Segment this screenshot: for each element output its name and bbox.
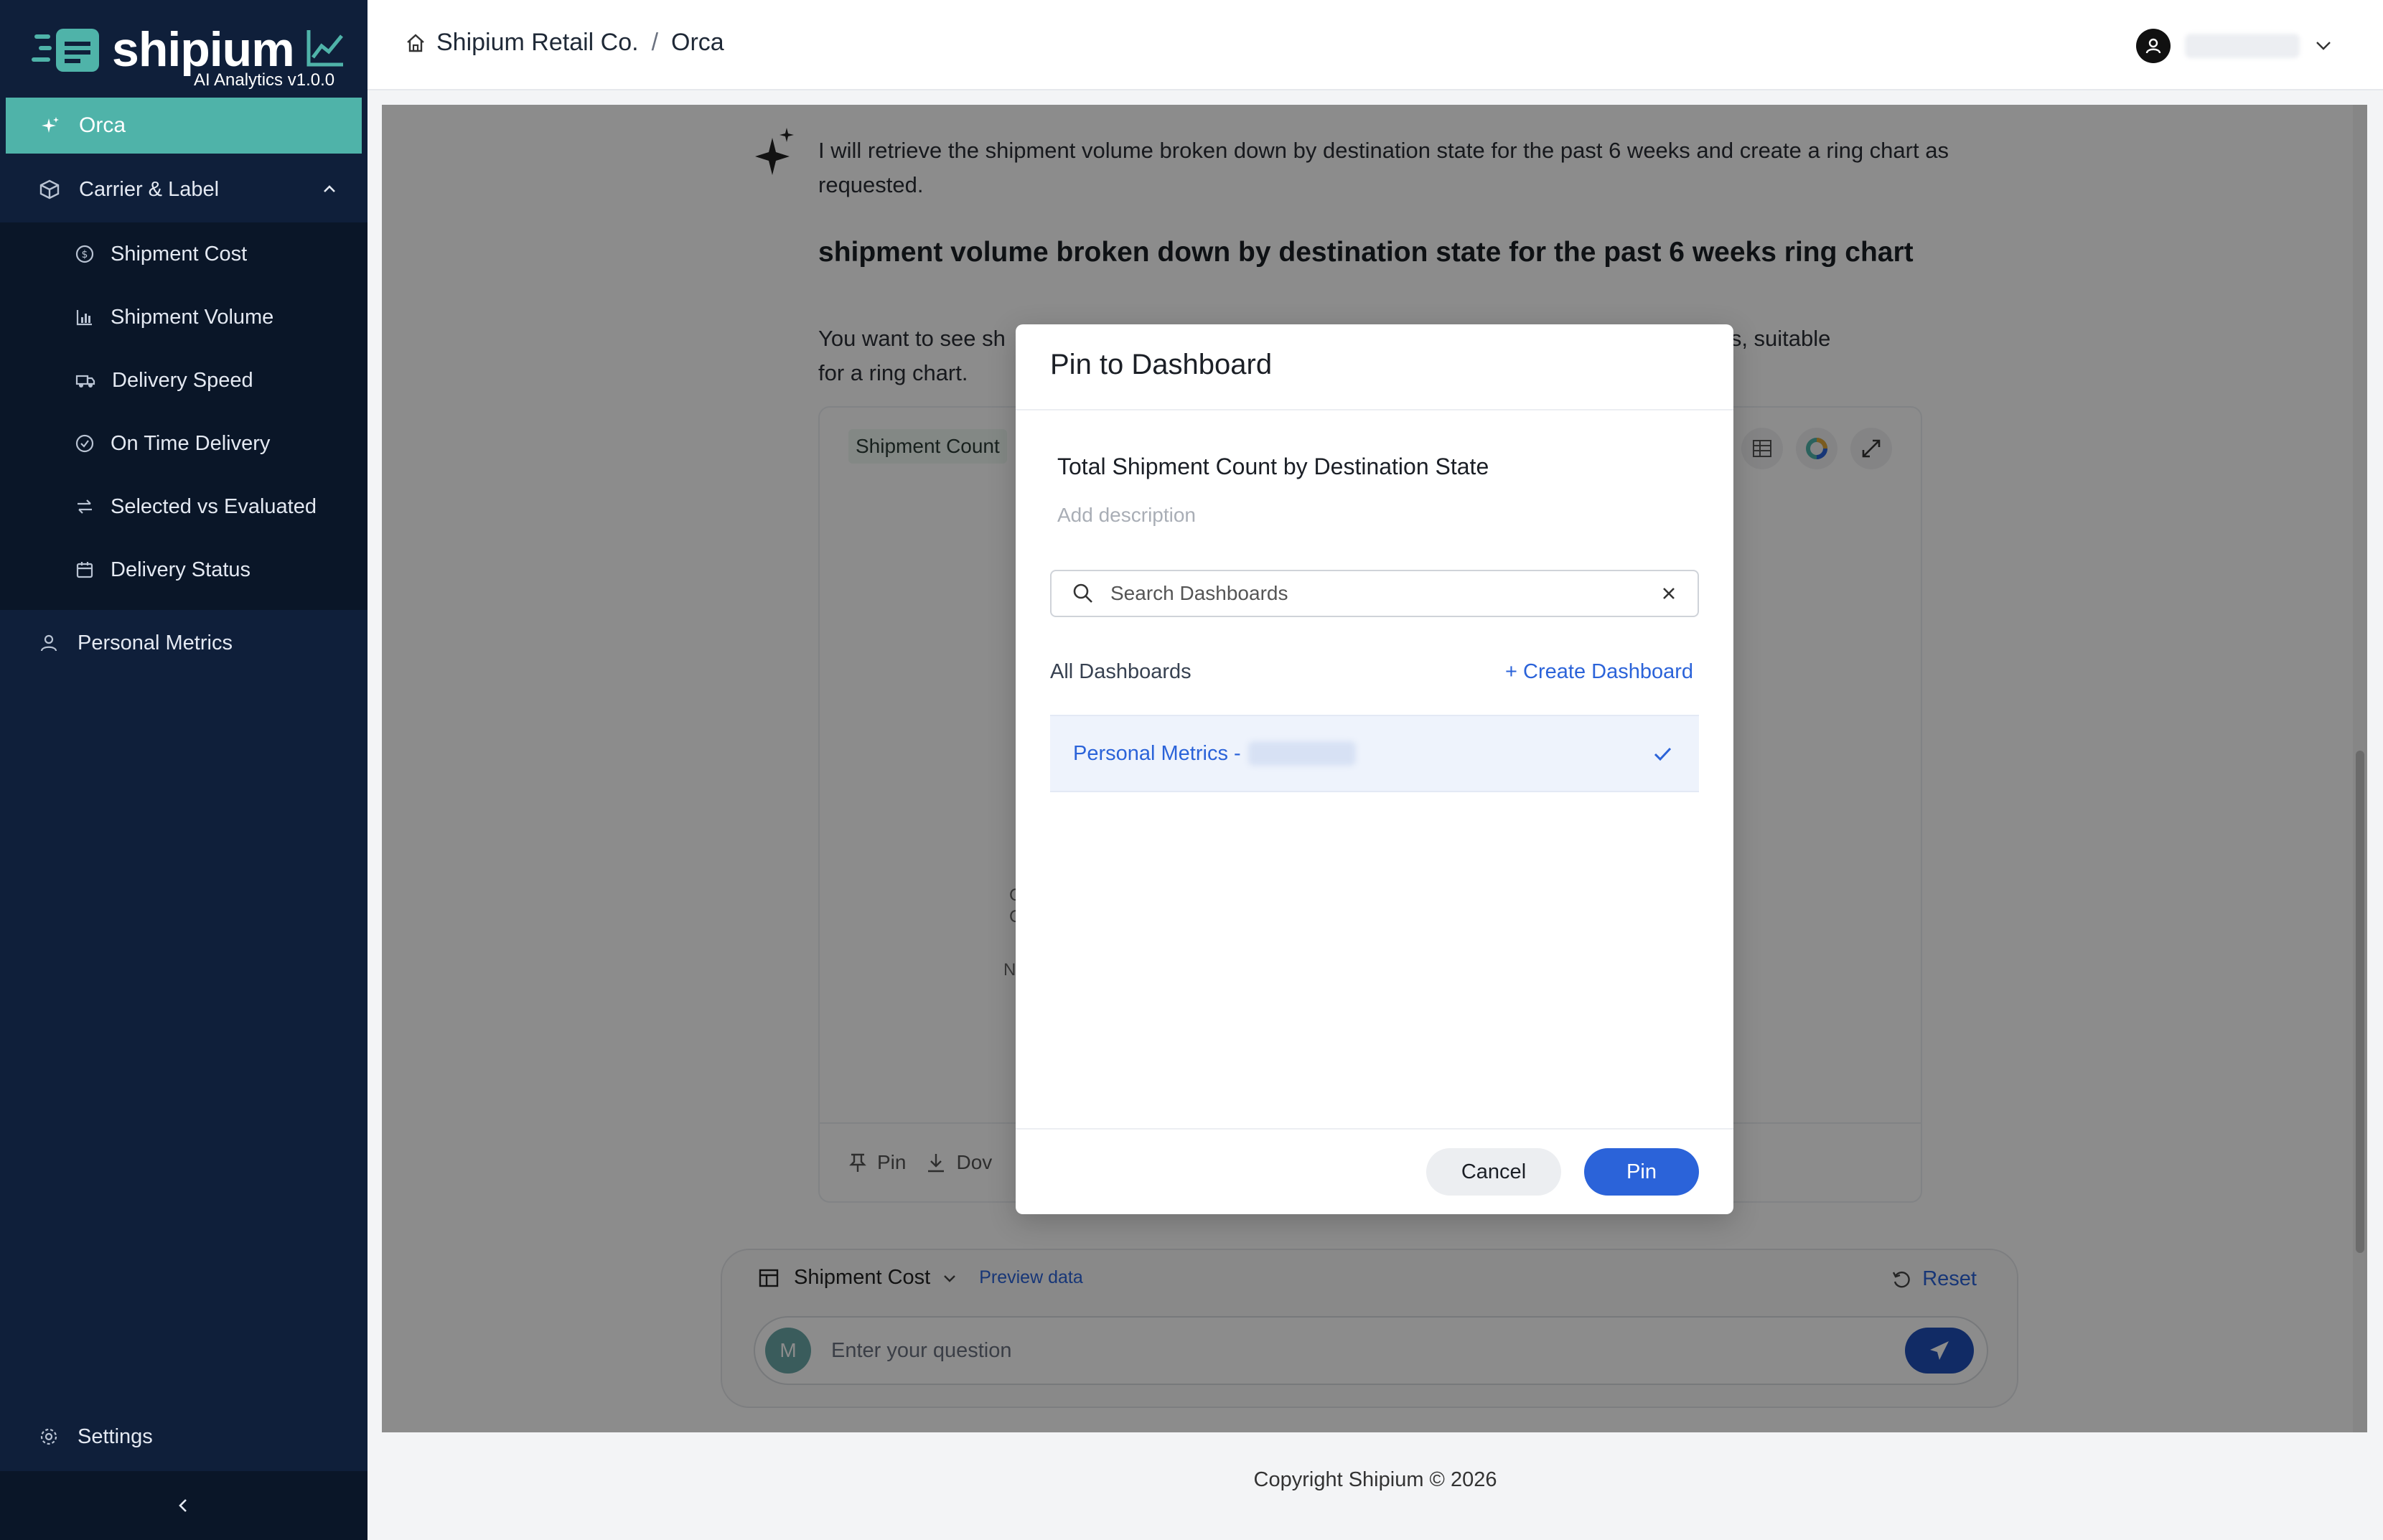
sparkle-icon	[42, 117, 59, 133]
gear-icon	[40, 1428, 57, 1445]
confirm-pin-button[interactable]: Pin	[1584, 1148, 1699, 1196]
divider	[1016, 1128, 1733, 1130]
compare-arrows-icon	[78, 499, 92, 514]
user-icon	[40, 634, 57, 652]
breadcrumb-root-link[interactable]: Shipium Retail Co.	[436, 29, 639, 57]
chevron-down-icon	[2316, 42, 2331, 50]
sidebar-item-label: Settings	[78, 1424, 153, 1448]
collapse-sidebar-button[interactable]	[0, 1471, 367, 1540]
breadcrumb: Shipium Retail Co. / Orca	[405, 29, 724, 57]
breadcrumb-separator: /	[651, 29, 659, 56]
sidebar-item-personal-metrics[interactable]: Personal Metrics	[0, 611, 367, 675]
search-icon	[1073, 583, 1092, 603]
sidebar-item-label: Selected vs Evaluated	[111, 494, 317, 518]
avatar	[2136, 29, 2171, 63]
sidebar-item-label: Delivery Speed	[112, 368, 253, 392]
redacted-username	[1247, 741, 1356, 766]
sidebar-item-orca[interactable]: Orca	[6, 98, 362, 154]
sidebar: shipium AI Analytics v1.0.0 Orca Carrier…	[0, 0, 367, 1540]
divider	[1016, 409, 1733, 410]
bar-chart-icon	[76, 310, 92, 326]
chevron-up-icon[interactable]	[322, 181, 337, 197]
dashboard-search[interactable]	[1050, 570, 1699, 617]
dashboard-list-header: All Dashboards	[1050, 660, 1192, 683]
svg-text:$: $	[82, 249, 88, 260]
sidebar-item-selected-vs-evaluated[interactable]: Selected vs Evaluated	[0, 475, 367, 538]
sidebar-item-shipment-cost[interactable]: $ Shipment Cost	[0, 222, 367, 286]
page-footer: Copyright Shipium © 2026	[1253, 1468, 1497, 1491]
dollar-circle-icon: $	[75, 245, 94, 263]
close-icon	[1663, 588, 1675, 599]
sidebar-item-label: Personal Metrics	[78, 631, 233, 654]
sidebar-item-settings[interactable]: Settings	[0, 1405, 367, 1468]
sidebar-item-label: Orca	[79, 113, 126, 137]
home-icon[interactable]	[405, 32, 426, 54]
sidebar-item-delivery-status[interactable]: Delivery Status	[0, 538, 367, 601]
brand-logo[interactable]: shipium AI Analytics v1.0.0	[29, 20, 345, 92]
check-icon	[1654, 747, 1672, 761]
sidebar-item-on-time-delivery[interactable]: On Time Delivery	[0, 412, 367, 475]
shipium-logo-icon	[32, 29, 99, 72]
truck-icon	[75, 375, 95, 388]
breadcrumb-current: Orca	[671, 29, 724, 56]
search-dashboards-input[interactable]	[1110, 582, 1647, 605]
sidebar-item-label: Shipment Cost	[111, 242, 248, 266]
dialog-title: Pin to Dashboard	[1050, 349, 1273, 380]
cancel-button[interactable]: Cancel	[1426, 1148, 1561, 1196]
check-circle-icon	[75, 434, 94, 453]
calendar-icon	[76, 562, 93, 578]
sidebar-item-delivery-speed[interactable]: Delivery Speed	[0, 349, 367, 412]
description-input[interactable]	[1057, 504, 1689, 527]
clear-search-button[interactable]	[1647, 572, 1690, 615]
create-dashboard-link[interactable]: + Create Dashboard	[1505, 660, 1693, 684]
user-icon	[2145, 38, 2161, 54]
package-icon	[39, 179, 60, 199]
brand-name: shipium	[112, 22, 295, 77]
pin-to-dashboard-dialog: Pin to Dashboard Total Shipment Count by…	[1016, 324, 1733, 1214]
sidebar-item-label: On Time Delivery	[111, 431, 271, 455]
sidebar-item-shipment-volume[interactable]: Shipment Volume	[0, 286, 367, 349]
trend-line-icon	[306, 30, 343, 67]
user-menu[interactable]	[2136, 29, 2333, 63]
redacted-username	[2185, 34, 2300, 58]
app-version: AI Analytics v1.0.0	[194, 70, 335, 90]
top-header: Shipium Retail Co. / Orca	[367, 0, 2383, 90]
carrier-label-submenu: $ Shipment Cost Shipment Volume Delivery…	[0, 222, 367, 610]
chevron-left-icon	[179, 1499, 187, 1512]
chart-name[interactable]: Total Shipment Count by Destination Stat…	[1057, 454, 1489, 480]
sidebar-item-label: Shipment Volume	[111, 305, 274, 329]
sidebar-group-carrier-label[interactable]: Carrier & Label	[0, 159, 367, 220]
dashboard-option[interactable]: Personal Metrics -	[1050, 715, 1699, 792]
sidebar-item-label: Carrier & Label	[79, 177, 220, 201]
dashboard-option-label: Personal Metrics -	[1073, 741, 1241, 765]
sidebar-item-label: Delivery Status	[111, 558, 251, 581]
